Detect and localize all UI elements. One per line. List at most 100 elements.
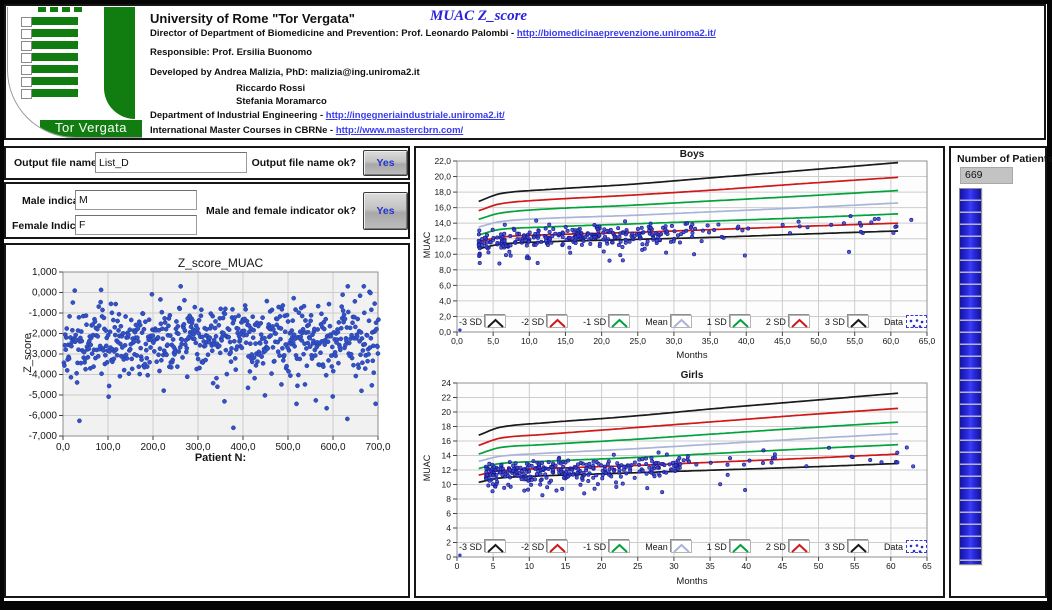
legend-line-sample-icon: [485, 315, 506, 328]
svg-text:20: 20: [442, 407, 452, 417]
logo-green-column: [104, 7, 135, 119]
legend-label: Mean: [645, 317, 668, 327]
header-line-text: Department of Industrial Engineering -: [150, 110, 326, 121]
svg-text:0: 0: [446, 552, 451, 562]
svg-text:0,000: 0,000: [32, 288, 57, 299]
university-name: University of Rome "Tor Vergata": [150, 11, 355, 26]
gender-ok-button[interactable]: Yes: [363, 192, 408, 230]
legend-entry: -3 SD: [459, 315, 506, 328]
svg-text:35: 35: [705, 561, 715, 571]
legend-entry: 2 SD: [766, 540, 810, 553]
header-panel: Tor Vergata University of Rome "Tor Verg…: [4, 4, 1046, 140]
gender-indicator-panel: Male indicator Female Indicator Male and…: [4, 182, 410, 239]
svg-text:15: 15: [561, 561, 571, 571]
legend-entry: 2 SD: [766, 315, 810, 328]
header-link[interactable]: http://ingegneriaindustriale.uniroma2.it…: [326, 110, 505, 121]
patients-count-value: 669: [960, 167, 1013, 184]
legend-line-sample-icon: [671, 540, 692, 553]
legend-label: 3 SD: [825, 317, 845, 327]
legend-entry: -2 SD: [521, 540, 568, 553]
svg-text:4: 4: [446, 523, 451, 533]
female-indicator-input[interactable]: [75, 215, 197, 235]
svg-text:10: 10: [442, 480, 452, 490]
patients-tank-indicator: [959, 188, 982, 565]
output-file-input[interactable]: [95, 152, 247, 173]
legend-line-sample-icon: [609, 540, 630, 553]
svg-text:25,0: 25,0: [629, 336, 646, 346]
header-line: Stefania Moramarco: [236, 96, 327, 107]
svg-text:10,0: 10,0: [434, 249, 451, 259]
app-window: Tor Vergata University of Rome "Tor Verg…: [0, 0, 1052, 610]
legend-label: 3 SD: [825, 542, 845, 552]
legend-line-sample-icon: [789, 315, 810, 328]
male-indicator-input[interactable]: [75, 190, 197, 210]
svg-text:60: 60: [886, 561, 896, 571]
svg-text:20,0: 20,0: [434, 172, 451, 182]
svg-text:-5,000: -5,000: [29, 390, 58, 401]
legend-label: -1 SD: [583, 317, 606, 327]
svg-text:65: 65: [922, 561, 932, 571]
legend-line-sample-icon: [547, 540, 568, 553]
output-file-question: Output file name ok?: [252, 157, 356, 169]
svg-text:-1,000: -1,000: [29, 308, 58, 319]
tor-vergata-logo: Tor Vergata: [7, 7, 142, 138]
legend-line-sample-icon: [730, 540, 751, 553]
patients-panel: Number of Patients 669: [949, 146, 1047, 598]
svg-text:55: 55: [850, 561, 860, 571]
legend-entry: -2 SD: [521, 315, 568, 328]
svg-text:22,0: 22,0: [434, 156, 451, 166]
logo-text: Tor Vergata: [40, 120, 142, 137]
legend-entry: 1 SD: [707, 315, 751, 328]
svg-text:8: 8: [446, 494, 451, 504]
svg-text:18: 18: [442, 422, 452, 432]
svg-text:30: 30: [669, 561, 679, 571]
svg-text:1,000: 1,000: [32, 267, 57, 278]
legend-label: Data: [884, 542, 903, 552]
header-line: International Master Courses in CBRNe - …: [150, 125, 463, 136]
patients-count-label: Number of Patients: [957, 153, 1052, 165]
legend-line-sample-icon: [671, 315, 692, 328]
svg-text:12: 12: [442, 465, 452, 475]
header-line: Developed by Andrea Malizia, PhD: malizi…: [150, 67, 420, 78]
girls-chart-legend: -3 SD-2 SD-1 SDMean1 SD2 SD3 SDData: [459, 538, 927, 555]
svg-text:-7,000: -7,000: [29, 431, 58, 442]
header-line: Director of Department of Biomedicine an…: [150, 28, 716, 39]
legend-line-sample-icon: [789, 540, 810, 553]
legend-entry: 3 SD: [825, 315, 869, 328]
legend-line-sample-icon: [848, 540, 869, 553]
svg-text:20: 20: [597, 561, 607, 571]
legend-line-sample-icon: [547, 315, 568, 328]
svg-text:30,0: 30,0: [666, 336, 683, 346]
header-link[interactable]: http://biomedicinaeprevenzione.uniroma2.…: [517, 28, 716, 39]
zscore-xaxis-label: Patient N:: [63, 452, 378, 464]
girls-xaxis-label: Months: [457, 576, 927, 587]
output-file-ok-button[interactable]: Yes: [363, 150, 408, 176]
boys-yaxis-label: MUAC: [422, 225, 432, 265]
svg-text:16: 16: [442, 436, 452, 446]
header-line-text: Director of Department of Biomedicine an…: [150, 28, 517, 39]
svg-text:6,0: 6,0: [439, 280, 451, 290]
zscore-yaxis-label: Z_score: [22, 323, 34, 383]
legend-label: -3 SD: [459, 542, 482, 552]
svg-text:14,0: 14,0: [434, 218, 451, 228]
svg-text:20,0: 20,0: [593, 336, 610, 346]
header-link[interactable]: http://www.mastercbrn.com/: [336, 125, 463, 136]
legend-label: -1 SD: [583, 542, 606, 552]
header-line: Riccardo Rossi: [236, 83, 305, 94]
growth-charts-panel: Boys 22,020,018,016,014,012,010,08,06,04…: [414, 146, 945, 598]
legend-label: -3 SD: [459, 317, 482, 327]
boys-chart-legend: -3 SD-2 SD-1 SDMean1 SD2 SD3 SDData: [459, 313, 927, 330]
legend-data-dots-icon: [906, 315, 927, 328]
zscore-chart-panel: Z_score_MUAC 1,0000,000-1,000-2,000-3,00…: [4, 243, 410, 598]
svg-text:50: 50: [814, 561, 824, 571]
legend-entry: Mean: [645, 315, 692, 328]
page-title: MUAC Z_score: [430, 8, 650, 25]
header-line: Department of Industrial Engineering - h…: [150, 110, 505, 121]
legend-label: Mean: [645, 542, 668, 552]
boys-xaxis-label: Months: [457, 350, 927, 361]
legend-label: -2 SD: [521, 317, 544, 327]
svg-text:18,0: 18,0: [434, 187, 451, 197]
svg-text:22: 22: [442, 393, 452, 403]
header-line-text: International Master Courses in CBRNe -: [150, 125, 336, 136]
svg-text:40,0: 40,0: [738, 336, 755, 346]
